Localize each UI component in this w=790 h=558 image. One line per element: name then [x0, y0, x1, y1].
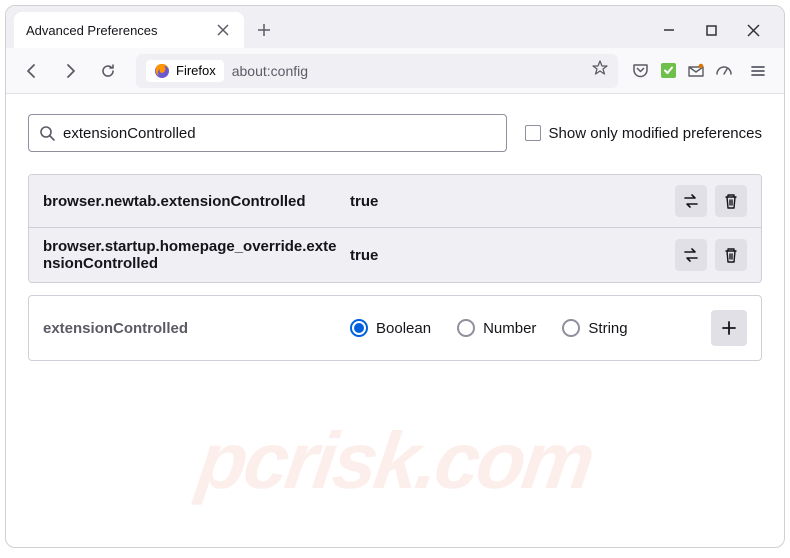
menu-button[interactable] [742, 55, 774, 87]
radio-string[interactable]: String [562, 319, 627, 337]
pref-name: browser.newtab.extensionControlled [43, 193, 338, 210]
radio-label: Boolean [376, 320, 431, 337]
pref-row: browser.startup.homepage_override.extens… [29, 228, 761, 282]
content-area: Show only modified preferences browser.n… [6, 94, 784, 381]
pref-actions [675, 185, 747, 217]
tab-active[interactable]: Advanced Preferences [14, 12, 244, 48]
new-pref-box: extensionControlled Boolean Number Strin… [28, 295, 762, 361]
search-row: Show only modified preferences [28, 114, 762, 152]
pocket-icon[interactable] [630, 61, 650, 81]
type-radio-group: Boolean Number String [350, 319, 699, 337]
radio-icon [457, 319, 475, 337]
delete-button[interactable] [715, 185, 747, 217]
browser-window: Advanced Preferences [5, 5, 785, 548]
extension-icon[interactable] [658, 61, 678, 81]
mail-icon[interactable] [686, 61, 706, 81]
pref-value: true [350, 193, 663, 210]
minimize-button[interactable] [658, 19, 680, 41]
pref-row: browser.newtab.extensionControlled true [29, 175, 761, 228]
radio-icon [350, 319, 368, 337]
checkbox-label: Show only modified preferences [549, 125, 762, 142]
reload-button[interactable] [92, 55, 124, 87]
search-box[interactable] [28, 114, 507, 152]
show-modified-checkbox[interactable]: Show only modified preferences [525, 125, 762, 142]
new-pref-row: extensionControlled Boolean Number Strin… [29, 296, 761, 360]
delete-button[interactable] [715, 239, 747, 271]
pref-value: true [350, 247, 663, 264]
radio-boolean[interactable]: Boolean [350, 319, 431, 337]
close-window-button[interactable] [742, 19, 764, 41]
toggle-button[interactable] [675, 239, 707, 271]
prefs-table: browser.newtab.extensionControlled true … [28, 174, 762, 283]
titlebar: Advanced Preferences [6, 6, 784, 48]
radio-icon [562, 319, 580, 337]
firefox-icon [154, 63, 170, 79]
url-text: about:config [232, 63, 308, 79]
close-icon[interactable] [214, 21, 232, 39]
radio-number[interactable]: Number [457, 319, 536, 337]
new-tab-button[interactable] [248, 14, 280, 46]
identity-badge[interactable]: Firefox [146, 60, 224, 82]
identity-label: Firefox [176, 63, 216, 78]
bookmark-star-icon[interactable] [592, 60, 608, 81]
radio-label: Number [483, 320, 536, 337]
maximize-button[interactable] [700, 19, 722, 41]
toggle-button[interactable] [675, 185, 707, 217]
radio-label: String [588, 320, 627, 337]
back-button[interactable] [16, 55, 48, 87]
new-pref-name: extensionControlled [43, 320, 338, 337]
dashboard-icon[interactable] [714, 61, 734, 81]
tab-title: Advanced Preferences [26, 23, 206, 38]
toolbar-extensions [630, 55, 774, 87]
pref-name: browser.startup.homepage_override.extens… [43, 238, 338, 272]
checkbox-icon [525, 125, 541, 141]
search-input[interactable] [63, 125, 496, 142]
search-icon [39, 125, 55, 141]
add-button[interactable] [711, 310, 747, 346]
forward-button[interactable] [54, 55, 86, 87]
watermark: pcrisk.com [5, 415, 785, 507]
window-controls [658, 19, 776, 41]
url-bar[interactable]: Firefox about:config [136, 54, 618, 88]
pref-actions [675, 239, 747, 271]
toolbar: Firefox about:config [6, 48, 784, 94]
